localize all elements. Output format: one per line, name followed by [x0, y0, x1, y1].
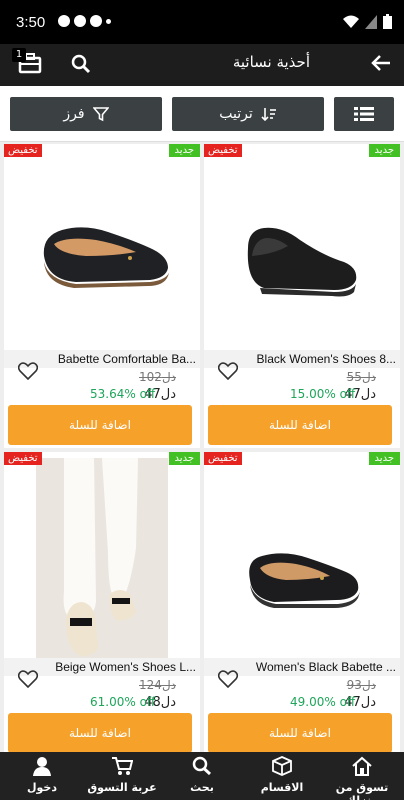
sort-icon: [261, 108, 276, 122]
heart-icon: [17, 670, 39, 689]
nav-search-label: بحث: [190, 781, 214, 794]
product-image[interactable]: تخفيض جديد: [204, 452, 400, 658]
box-icon: [272, 756, 292, 776]
nav-login[interactable]: دخول: [2, 756, 82, 794]
product-image[interactable]: تخفيض جديد: [4, 144, 200, 350]
arrow-back-icon: [371, 55, 390, 71]
bottom-navigation: دخول عربة التسوق بحث الاقسام تسوق من منز…: [0, 752, 404, 800]
nav-shop-from-home[interactable]: تسوق من منزلك: [322, 756, 402, 800]
filter-icon: [92, 107, 109, 122]
nav-categories[interactable]: الاقسام: [242, 756, 322, 794]
b-icon: [74, 15, 86, 27]
search-icon: [192, 756, 212, 776]
new-badge: جديد: [368, 144, 400, 157]
heart-icon: [17, 362, 39, 381]
new-badge: جديد: [168, 144, 200, 157]
page-title: أحذية نسائية: [232, 53, 310, 71]
search-icon: [71, 54, 91, 74]
search-button[interactable]: [70, 53, 92, 79]
nav-login-label: دخول: [26, 781, 57, 794]
old-price: 55دل: [346, 370, 376, 384]
product-card[interactable]: تخفيض جديد Beige Women's Shoes L... 124د…: [4, 452, 200, 756]
sort-label: ترتيب: [219, 106, 253, 122]
black-flat-shoe-image: [43, 227, 170, 288]
new-badge: جديد: [168, 452, 200, 465]
signal-icon: [365, 14, 377, 29]
wishlist-button[interactable]: [217, 670, 239, 692]
add-to-cart-button[interactable]: اضافة للسلة: [208, 713, 392, 753]
product-card[interactable]: تخفيض جديد Black Women's Shoes 8... 55دل…: [204, 144, 400, 448]
black-babette-shoe-image: [249, 553, 360, 608]
heart-icon: [217, 362, 239, 381]
list-view-icon: [354, 107, 374, 121]
wifi-icon: [343, 15, 359, 28]
wishlist-button[interactable]: [17, 362, 39, 384]
product-card[interactable]: تخفيض جديد Women's Black Babette ... 93د…: [204, 452, 400, 756]
old-price: 102دل: [139, 370, 176, 384]
messenger-icon: [58, 15, 70, 27]
sale-badge: تخفيض: [4, 452, 42, 465]
sale-badge: تخفيض: [204, 452, 242, 465]
wishlist-button[interactable]: [217, 362, 239, 384]
discount-label: 61.00% off: [90, 695, 156, 709]
status-bar: 3:50: [0, 0, 404, 44]
sort-button[interactable]: ترتيب: [172, 97, 324, 131]
dot-icon: [106, 19, 111, 24]
product-image[interactable]: تخفيض جديد: [4, 452, 200, 658]
cart-icon: [112, 757, 134, 775]
back-button[interactable]: [370, 52, 392, 78]
nav-search[interactable]: بحث: [162, 756, 242, 794]
filter-label: فرز: [63, 106, 85, 122]
status-time: 3:50: [16, 14, 46, 31]
add-to-cart-button[interactable]: اضافة للسلة: [8, 713, 192, 753]
old-price: 124دل: [139, 678, 176, 692]
product-card[interactable]: تخفيض جديد Babette Comfortable Ba... 102…: [4, 144, 200, 448]
discount-label: 49.00% off: [290, 695, 356, 709]
user-icon: [33, 757, 51, 776]
notification-icons: [58, 15, 111, 27]
discount-label: 53.64% off: [90, 387, 156, 401]
nav-shop-label: تسوق من منزلك: [335, 781, 389, 800]
product-image[interactable]: تخفيض جديد: [204, 144, 400, 350]
nav-categories-label: الاقسام: [260, 781, 304, 794]
top-app-bar: 1 أحذية نسائية: [0, 44, 404, 86]
sale-badge: تخفيض: [204, 144, 242, 157]
beige-shoe-model-image: [36, 458, 168, 658]
add-to-cart-button[interactable]: اضافة للسلة: [8, 405, 192, 445]
chat-icon: [90, 15, 102, 27]
discount-label: 15.00% off: [290, 387, 356, 401]
nav-cart-label: عربة التسوق: [87, 781, 157, 794]
view-toggle-button[interactable]: [334, 97, 394, 131]
filter-button[interactable]: فرز: [10, 97, 162, 131]
home-icon: [352, 756, 372, 776]
cart-count-badge: 1: [12, 48, 26, 62]
old-price: 93دل: [346, 678, 376, 692]
battery-icon: [383, 14, 392, 29]
filter-toolbar: فرز ترتيب: [0, 86, 404, 142]
heart-icon: [217, 670, 239, 689]
black-loafer-image: [247, 227, 357, 297]
cart-button[interactable]: 1: [12, 48, 42, 78]
sale-badge: تخفيض: [4, 144, 42, 157]
new-badge: جديد: [368, 452, 400, 465]
nav-cart[interactable]: عربة التسوق: [82, 756, 162, 794]
add-to-cart-button[interactable]: اضافة للسلة: [208, 405, 392, 445]
wishlist-button[interactable]: [17, 670, 39, 692]
